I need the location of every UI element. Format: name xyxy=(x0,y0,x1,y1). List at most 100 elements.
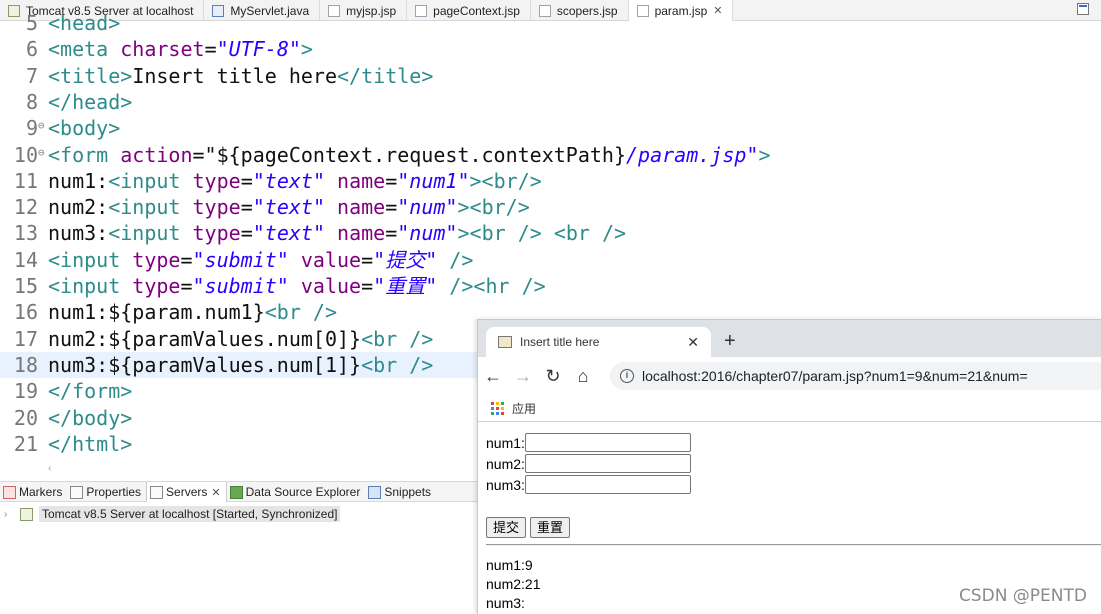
num3-input[interactable] xyxy=(524,475,691,494)
code-token: /param.jsp" xyxy=(626,142,759,167)
code-line[interactable]: 8 </head> xyxy=(0,89,1101,115)
scroll-left-icon[interactable]: ‹ xyxy=(48,463,51,474)
line-number: 10 xyxy=(13,142,38,167)
code-token: input xyxy=(60,247,133,272)
code-token: > xyxy=(457,221,470,246)
server-entry-label: Tomcat v8.5 Server at localhost [Started… xyxy=(39,506,341,522)
code-text: num2:<input type="text" name="num"><br/> xyxy=(48,195,530,219)
code-token: html xyxy=(72,431,121,456)
panel-tab-label: Data Source Explorer xyxy=(245,485,361,499)
snippets-icon xyxy=(368,485,382,499)
code-token: "num" xyxy=(397,195,458,220)
code-line[interactable]: 11 num1:<input type="text" name="num1"><b… xyxy=(0,168,1101,194)
code-text: num2:${paramValues.num[0]}<br /> xyxy=(48,327,433,351)
expand-arrow-icon[interactable]: › xyxy=(4,509,14,520)
code-text: </html> xyxy=(48,432,132,456)
code-text: <head> xyxy=(48,11,120,35)
browser-tab[interactable]: Insert title here ✕ xyxy=(486,327,711,357)
code-text: <body> xyxy=(48,116,120,140)
close-tab-icon[interactable]: ✕ xyxy=(687,334,699,351)
code-token: </ xyxy=(337,63,362,88)
address-bar[interactable]: i localhost:2016/chapter07/param.jsp?num… xyxy=(610,362,1101,390)
code-line[interactable]: 13 num3:<input type="text" name="num"><br… xyxy=(0,220,1101,246)
num2-input[interactable] xyxy=(524,454,691,473)
home-button[interactable]: ⌂ xyxy=(568,366,598,387)
code-token: < xyxy=(48,142,61,167)
server-tree-item[interactable]: › Tomcat v8.5 Server at localhost [Start… xyxy=(4,505,341,523)
apps-grid-icon[interactable] xyxy=(491,401,504,415)
fold-toggle-icon[interactable]: ⊖ xyxy=(38,115,48,137)
code-line[interactable]: 9⊖ <body> xyxy=(0,115,1101,141)
code-token: = xyxy=(240,168,253,193)
horizontal-scrollbar[interactable]: ‹ xyxy=(48,458,478,474)
panel-tab[interactable]: Servers ✕ xyxy=(146,482,227,502)
close-panel-icon[interactable]: ✕ xyxy=(211,486,220,499)
code-token: < xyxy=(48,11,61,35)
code-token: < xyxy=(361,326,374,351)
new-tab-button[interactable]: + xyxy=(724,330,736,353)
fold-toggle-icon[interactable]: ⊖ xyxy=(38,142,48,164)
bookmark-apps[interactable]: 应用 xyxy=(512,400,536,417)
code-text: <input type="submit" value="重置" /><hr /> xyxy=(48,274,546,298)
code-token: > xyxy=(108,116,121,141)
output-num1: num1:9 xyxy=(486,557,533,573)
code-token: > xyxy=(120,89,133,114)
markers-icon xyxy=(3,485,16,499)
panel-tab[interactable]: Markers xyxy=(0,482,67,502)
code-token: head xyxy=(72,89,121,114)
code-token: < xyxy=(473,274,486,298)
line-number: 8 xyxy=(25,89,38,114)
watermark: CSDN @PENTD xyxy=(958,586,1087,606)
code-token: num3: xyxy=(48,221,109,246)
panel-tab[interactable]: Properties xyxy=(67,482,146,502)
code-token: > xyxy=(758,142,771,167)
panel-tab[interactable]: Snippets xyxy=(365,482,436,502)
code-line[interactable]: 10⊖ <form action="${pageContext.request.c… xyxy=(0,142,1101,168)
code-token: = xyxy=(240,221,253,246)
code-line[interactable]: 14 <input type="submit" value="提交" /> xyxy=(0,247,1101,273)
code-token: < xyxy=(108,221,121,246)
code-token: = xyxy=(180,247,193,272)
code-token: meta xyxy=(60,37,121,62)
num1-input[interactable] xyxy=(524,433,691,452)
form-row: num2: xyxy=(486,453,1096,474)
code-token: = xyxy=(385,221,398,246)
code-token: "text" xyxy=(252,195,325,220)
code-line[interactable]: 5 <head> xyxy=(0,10,1101,36)
apps-dot xyxy=(496,406,499,410)
code-line[interactable]: 12 num2:<input type="text" name="num"><br… xyxy=(0,194,1101,220)
panel-tab-label: Markers xyxy=(19,485,63,499)
reload-button[interactable]: ↻ xyxy=(538,366,568,387)
submit-button[interactable]: 提交 xyxy=(486,517,527,538)
back-button[interactable]: ← xyxy=(478,366,508,387)
code-token: name xyxy=(337,221,386,246)
code-token: > xyxy=(120,431,133,456)
panel-tab[interactable]: Data Source Explorer xyxy=(227,482,366,502)
data-source-icon xyxy=(229,485,243,499)
code-token: > xyxy=(469,168,482,193)
line-number: 5 xyxy=(25,11,38,35)
code-token: = xyxy=(361,274,374,298)
code-token: > xyxy=(120,63,133,88)
code-line[interactable]: 6 <meta charset="UTF-8"> xyxy=(0,36,1101,62)
info-icon[interactable]: i xyxy=(620,369,634,383)
line-number: 16 xyxy=(13,300,38,325)
code-token: "UTF-8" xyxy=(216,37,301,62)
page-favicon-icon xyxy=(498,336,512,348)
code-text: </body> xyxy=(48,406,132,430)
code-token: type xyxy=(132,247,181,272)
code-token: /> xyxy=(409,352,434,377)
code-token: < xyxy=(48,37,61,62)
code-token: /> xyxy=(409,326,434,351)
reset-button[interactable]: 重置 xyxy=(530,517,571,538)
apps-dot xyxy=(491,411,494,415)
line-number: 12 xyxy=(13,195,38,220)
code-line[interactable]: 7 <title>Insert title here</title> xyxy=(0,63,1101,89)
code-token: > xyxy=(120,405,133,430)
apps-dot xyxy=(501,411,504,415)
code-token: /> xyxy=(517,221,542,246)
address-url[interactable]: localhost:2016/chapter07/param.jsp?num1=… xyxy=(642,368,1028,384)
forward-button[interactable]: → xyxy=(508,366,538,387)
code-line[interactable]: 15 <input type="submit" value="重置" /><hr … xyxy=(0,273,1101,299)
